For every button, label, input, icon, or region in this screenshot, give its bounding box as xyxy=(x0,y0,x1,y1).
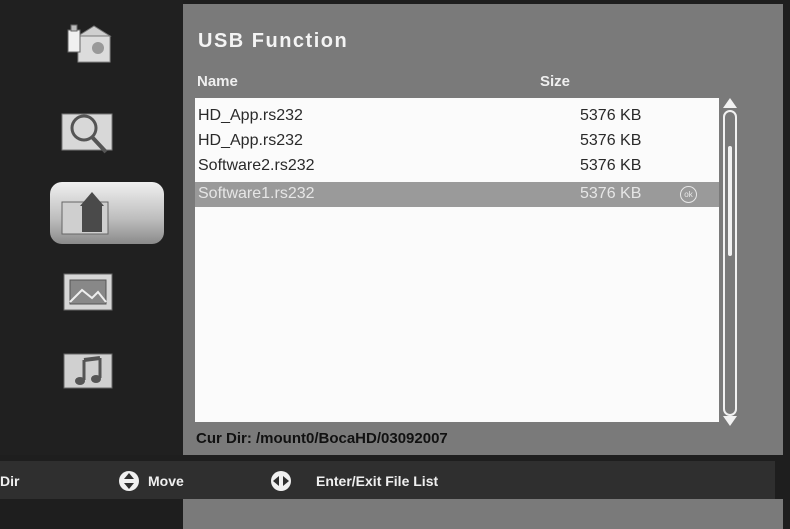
bottom-strip xyxy=(183,499,783,529)
sidebar-item-search[interactable] xyxy=(50,100,164,162)
ok-badge-icon: ok xyxy=(680,186,697,203)
file-size: 5376 KB xyxy=(580,185,642,202)
list-item[interactable]: HD_App.rs232 5376 KB xyxy=(195,129,719,154)
file-name: Software2.rs232 xyxy=(198,157,315,174)
photo-icon xyxy=(63,273,113,311)
help-move-label: Move xyxy=(148,473,184,489)
scroll-down-icon[interactable] xyxy=(723,416,737,426)
screen: USB Function Name Size HD_App.rs232 5376… xyxy=(0,0,790,529)
sidebar-item-music[interactable] xyxy=(50,340,164,402)
search-icon xyxy=(61,113,113,154)
current-directory: Cur Dir: /mount0/BocaHD/03092007 xyxy=(196,430,448,447)
up-down-arrows-icon xyxy=(119,471,139,491)
page-title: USB Function xyxy=(198,30,349,52)
file-size: 5376 KB xyxy=(580,107,642,124)
list-item[interactable]: Software2.rs232 5376 KB xyxy=(195,154,719,179)
scrollbar[interactable] xyxy=(720,98,740,428)
file-size: 5376 KB xyxy=(580,132,642,149)
help-bar: Dir Move Enter/Exit File List xyxy=(0,461,775,499)
file-list: HD_App.rs232 5376 KB HD_App.rs232 5376 K… xyxy=(195,98,719,422)
column-header-size: Size xyxy=(540,73,571,90)
sidebar xyxy=(0,0,183,455)
music-icon xyxy=(63,353,113,389)
file-name: Software1.rs232 xyxy=(198,185,315,202)
list-item[interactable]: HD_App.rs232 5376 KB xyxy=(195,104,719,129)
left-right-arrows-icon xyxy=(271,471,291,491)
column-header-name: Name xyxy=(197,73,238,90)
scroll-up-icon[interactable] xyxy=(723,98,737,108)
file-size: 5376 KB xyxy=(580,157,642,174)
list-item-selected[interactable]: Software1.rs232 5376 KB ok xyxy=(195,182,719,207)
help-dir-label: Dir xyxy=(0,473,20,489)
sidebar-item-usb[interactable] xyxy=(50,14,164,76)
file-name: HD_App.rs232 xyxy=(198,132,303,149)
scroll-track[interactable] xyxy=(723,110,737,416)
sidebar-item-photo[interactable] xyxy=(50,262,164,324)
usb-icon xyxy=(67,24,112,63)
file-name: HD_App.rs232 xyxy=(198,107,303,124)
sidebar-item-upgrade[interactable] xyxy=(50,182,164,244)
upgrade-icon xyxy=(61,192,109,235)
help-enter-label: Enter/Exit File List xyxy=(316,473,439,489)
scroll-thumb[interactable] xyxy=(728,146,732,256)
